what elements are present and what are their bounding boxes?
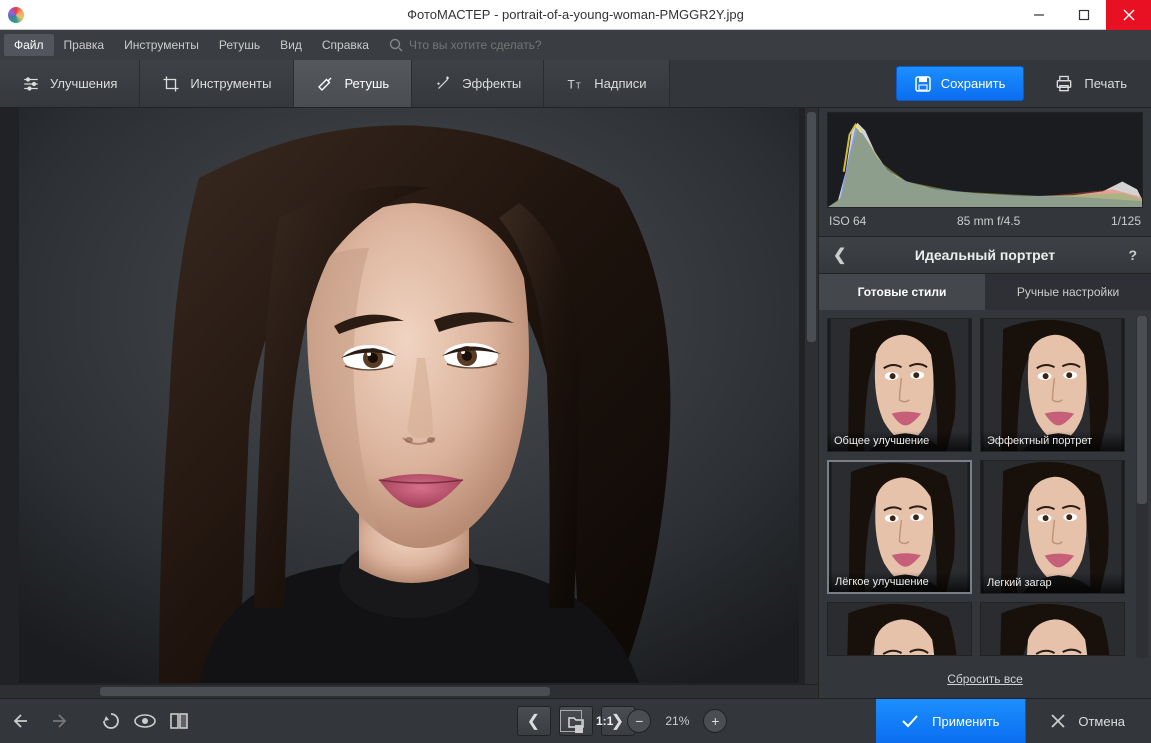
preset-caption: Эффектный портрет [981, 431, 1124, 451]
tab-text[interactable]: TT Надписи [544, 60, 669, 107]
portrait-image [19, 108, 799, 683]
exif-row: ISO 64 85 mm f/4.5 1/125 [819, 212, 1151, 236]
menu-file[interactable]: Файл [4, 34, 54, 56]
subtab-manual[interactable]: Ручные настройки [985, 274, 1151, 310]
histogram[interactable] [827, 112, 1143, 208]
cancel-label: Отмена [1078, 714, 1125, 729]
preset-item[interactable]: Общее улучшение [827, 318, 972, 452]
tab-label: Ретушь [344, 76, 389, 91]
prev-image-button[interactable]: ❮ [517, 706, 551, 736]
save-icon [915, 76, 931, 92]
tab-label: Эффекты [462, 76, 521, 91]
panel-title: Идеальный портрет [915, 247, 1055, 263]
tab-label: Улучшения [50, 76, 117, 91]
close-button[interactable] [1106, 0, 1151, 30]
x-icon [1052, 715, 1064, 727]
canvas-vertical-scrollbar[interactable] [804, 108, 818, 684]
sliders-icon [22, 75, 40, 93]
preset-scrollbar[interactable] [1136, 316, 1148, 658]
titlebar: ФотоМАСТЕР - portrait-of-a-young-woman-P… [0, 0, 1151, 30]
zoom-1-1-button[interactable]: 1:1 [596, 714, 613, 728]
menu-search [389, 38, 609, 52]
tab-retouch[interactable]: Ретушь [294, 60, 412, 107]
minimize-button[interactable] [1016, 0, 1061, 30]
zoom-value: 21% [665, 714, 689, 728]
save-label: Сохранить [941, 76, 1006, 91]
svg-text:T: T [568, 77, 576, 91]
apply-button[interactable]: Применить [876, 699, 1026, 743]
main-toolbar: Улучшения Инструменты Ретушь Эффекты TT … [0, 60, 1151, 108]
subtab-presets[interactable]: Готовые стили [819, 274, 985, 310]
tab-effects[interactable]: Эффекты [412, 60, 544, 107]
preset-list: Общее улучшение Эффектный портрет Лёгкое… [819, 310, 1151, 664]
print-label: Печать [1084, 76, 1127, 91]
zoom-out-button[interactable]: − [627, 709, 651, 733]
back-icon[interactable]: ❮ [833, 245, 846, 265]
print-icon [1054, 75, 1074, 93]
zoom-in-button[interactable]: + [703, 709, 727, 733]
tab-enhance[interactable]: Улучшения [0, 60, 140, 107]
preset-item[interactable]: Лёгкое улучшение [827, 460, 972, 594]
revert-button[interactable] [100, 710, 122, 732]
preset-item[interactable]: Легкий загар [980, 460, 1125, 594]
maximize-button[interactable] [1061, 0, 1106, 30]
tab-label: Надписи [594, 76, 646, 91]
print-button[interactable]: Печать [1036, 66, 1145, 101]
tab-tools[interactable]: Инструменты [140, 60, 294, 107]
text-icon: TT [566, 75, 584, 93]
canvas-horizontal-scrollbar[interactable] [0, 684, 818, 698]
exif-lens: 85 mm f/4.5 [957, 214, 1020, 228]
panel-title-bar: ❮ Идеальный портрет ? [819, 236, 1151, 274]
apply-label: Применить [932, 714, 999, 729]
tab-label: Инструменты [190, 76, 271, 91]
fit-screen-button[interactable] [560, 710, 582, 732]
redo-button[interactable] [46, 710, 68, 732]
wand-icon [434, 75, 452, 93]
preset-item[interactable] [827, 602, 972, 656]
help-icon[interactable]: ? [1128, 247, 1137, 263]
preset-item[interactable]: Эффектный портрет [980, 318, 1125, 452]
exif-shutter: 1/125 [1111, 214, 1141, 228]
brush-icon [316, 75, 334, 93]
menu-help[interactable]: Справка [312, 34, 379, 56]
svg-text:T: T [576, 81, 581, 90]
app-logo-icon [8, 7, 24, 23]
window-title: ФотоМАСТЕР - portrait-of-a-young-woman-P… [407, 7, 744, 22]
right-panel: ISO 64 85 mm f/4.5 1/125 ❮ Идеальный пор… [818, 108, 1151, 698]
crop-icon [162, 75, 180, 93]
compare-button[interactable] [168, 710, 190, 732]
preset-caption: Легкий загар [981, 573, 1124, 593]
menu-view[interactable]: Вид [270, 34, 312, 56]
menu-search-input[interactable] [409, 38, 609, 52]
preset-caption: Лёгкое улучшение [829, 572, 970, 592]
preview-button[interactable] [134, 710, 156, 732]
cancel-button[interactable]: Отмена [1026, 699, 1151, 743]
menubar: Файл Правка Инструменты Ретушь Вид Справ… [0, 30, 1151, 60]
bottom-bar: ❮ ❯ 1:1 − 21% + Применить Отмена [0, 698, 1151, 743]
check-icon [902, 715, 918, 727]
menu-edit[interactable]: Правка [54, 34, 115, 56]
menu-tools[interactable]: Инструменты [114, 34, 209, 56]
reset-all-link[interactable]: Сбросить все [947, 672, 1023, 686]
undo-button[interactable] [12, 710, 34, 732]
save-button[interactable]: Сохранить [896, 66, 1025, 101]
preset-item[interactable] [980, 602, 1125, 656]
exif-iso: ISO 64 [829, 214, 866, 228]
menu-retouch[interactable]: Ретушь [209, 34, 270, 56]
preset-caption: Общее улучшение [828, 431, 971, 451]
canvas-area[interactable] [0, 108, 818, 684]
